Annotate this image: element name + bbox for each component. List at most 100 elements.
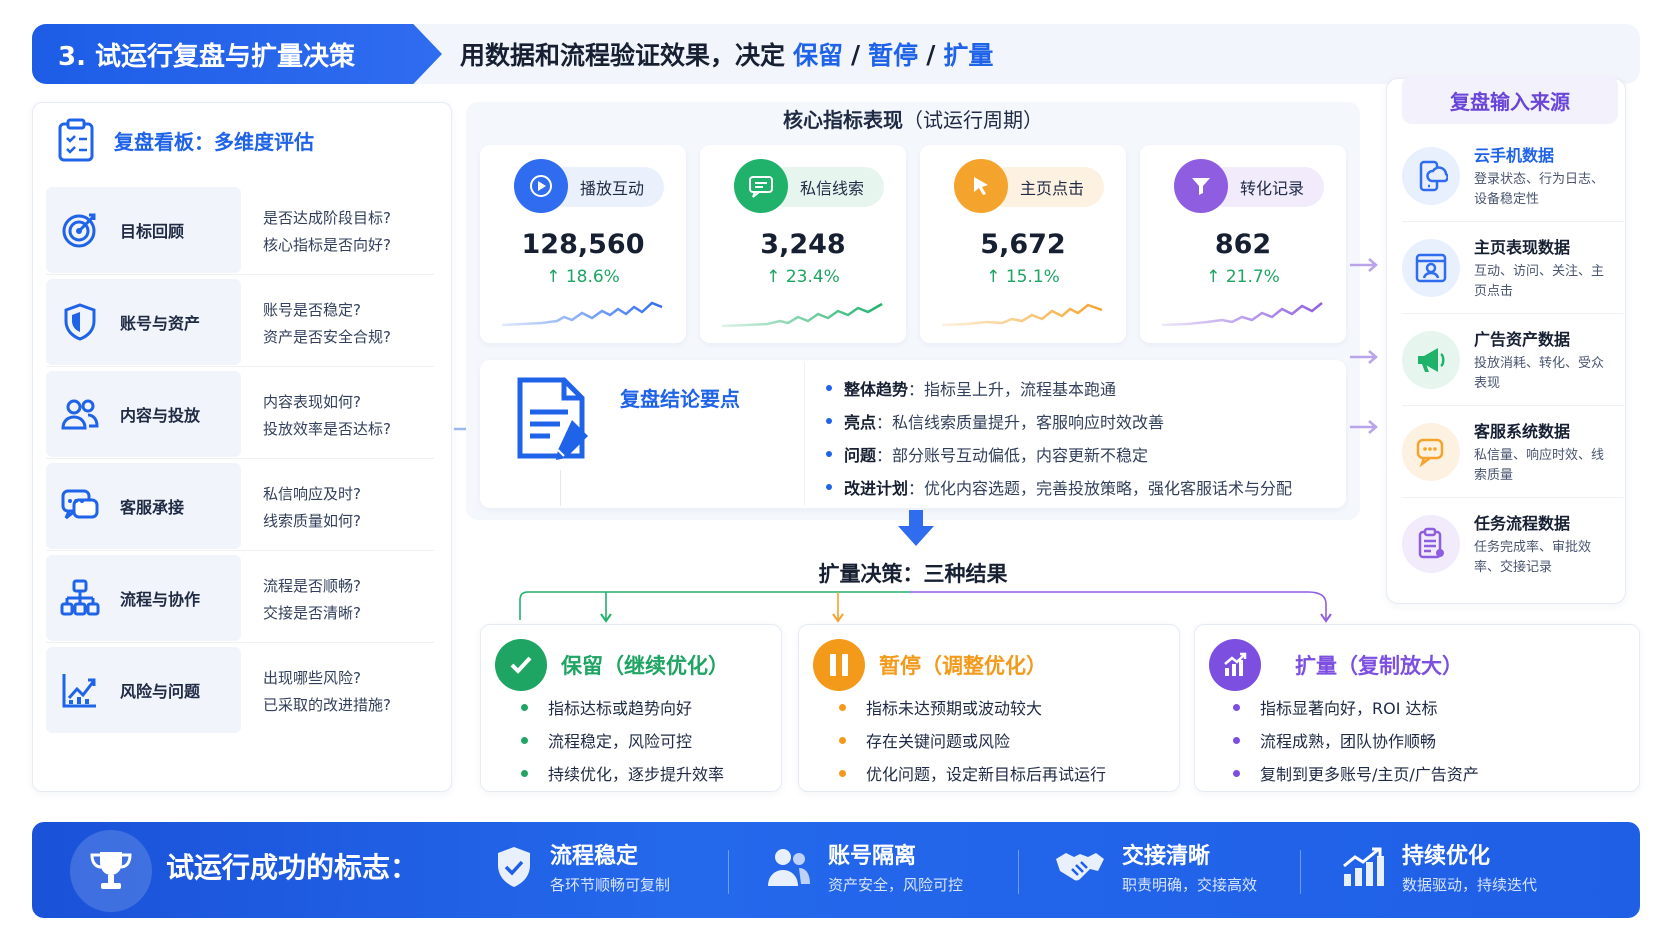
subtitle-slash: / — [926, 39, 936, 69]
review-dashboard-title: 复盘看板：多维度评估 — [114, 129, 314, 154]
metric-value: 3,248 — [760, 229, 846, 260]
arrow-right-icon — [1350, 256, 1380, 274]
metric-card-messages: 私信线索 3,248 ↑ 23.4% — [700, 145, 906, 343]
source-name: 客服系统数据 — [1474, 421, 1571, 441]
metric-sparkline — [1162, 291, 1324, 331]
success-sign-name: 账号隔离 — [828, 844, 917, 869]
source-item: 云手机数据 登录状态、行为日志、设备稳定性 — [1402, 130, 1624, 222]
growth-chart-icon — [1340, 846, 1386, 888]
metric-label: 播放互动 — [580, 179, 645, 198]
dimension-name: 内容与投放 — [120, 406, 201, 425]
success-sign: 账号隔离 资产安全，风险可控 — [766, 838, 963, 895]
success-sign: 流程稳定 各环节顺畅可复制 — [494, 838, 670, 895]
conclusion-key: 整体趋势 — [844, 380, 909, 399]
source-item: 广告资产数据 投放消耗、转化、受众表现 — [1402, 314, 1624, 406]
success-sign: 持续优化 数据驱动，持续迭代 — [1340, 838, 1537, 895]
outcome-item: 指标达标或趋势向好 — [521, 695, 724, 719]
dimension-questions: 流程是否顺畅? 交接是否清晰? — [241, 555, 361, 642]
conclusion-list: 整体趋势 ：指标呈上升，流程基本跑通 亮点 ：私信线索质量提升，客服响应时效改善 问… — [826, 376, 1292, 499]
metric-label: 转化记录 — [1240, 179, 1305, 198]
dimension-question: 是否达成阶段目标? — [263, 208, 391, 227]
support-chat-icon — [1402, 422, 1460, 481]
outcome-item-text: 指标达标或趋势向好 — [548, 699, 693, 718]
dimension-row: 目标回顾 是否达成阶段目标? 核心指标是否向好? — [46, 187, 434, 275]
success-sign-desc: 职责明确，交接高效 — [1122, 876, 1258, 894]
users-icon — [60, 394, 100, 434]
outcome-items: 指标显著向好，ROI 达标 流程成熟，团队协作顺畅 复制到更多账号/主页/广告资… — [1233, 695, 1479, 785]
dimension-row: 账号与资产 账号是否稳定? 资产是否安全合规? — [46, 279, 434, 367]
dimension-question: 流程是否顺畅? — [263, 576, 361, 595]
conclusion-text: ：指标呈上升，流程基本跑通 — [908, 380, 1117, 399]
dimension-name: 账号与资产 — [120, 314, 201, 333]
conclusion-key: 亮点 — [844, 413, 877, 432]
message-icon — [734, 159, 788, 213]
dimension-questions: 内容表现如何? 投放效率是否达标? — [241, 371, 391, 458]
conclusion-icon-stem — [560, 470, 561, 506]
dimension-question: 出现哪些风险? — [263, 669, 361, 687]
source-desc: 互动、访问、关注、主页点击 — [1474, 263, 1605, 299]
outcome-item: 持续优化，逐步提升效率 — [521, 761, 724, 785]
conclusion-key: 问题 — [844, 446, 877, 465]
input-sources-title: 复盘输入来源 — [1402, 76, 1618, 124]
source-desc: 私信量、响应时效、线索质量 — [1474, 447, 1605, 483]
header-subtitle: 用数据和流程验证效果，决定 保留 / 暂停 / 扩量 — [460, 24, 993, 84]
review-dashboard-header: 复盘看板：多维度评估 — [56, 118, 314, 162]
outcome-item: 复制到更多账号/主页/广告资产 — [1233, 761, 1479, 785]
cursor-icon — [954, 159, 1008, 213]
bullet-dot — [1233, 736, 1240, 744]
source-text: 主页表现数据 互动、访问、关注、主页点击 — [1474, 234, 1614, 302]
bullet-dot — [826, 484, 832, 490]
dimension-question: 内容表现如何? — [263, 392, 361, 411]
core-metrics-title: 核心指标表现（试运行周期） — [466, 104, 1360, 133]
bullet-dot — [839, 769, 846, 777]
arrow-down-icon — [896, 510, 936, 548]
outcome-head: 保留（继续优化） — [495, 639, 729, 691]
check-icon — [495, 639, 547, 691]
outcome-item: 指标显著向好，ROI 达标 — [1233, 695, 1479, 719]
success-sign-text: 持续优化 数据驱动，持续迭代 — [1402, 838, 1537, 895]
dimension-question: 线索质量如何? — [263, 511, 361, 530]
metric-change: ↑ 23.4% — [766, 267, 840, 287]
outcome-item: 优化问题，设定新目标后再试运行 — [839, 761, 1106, 785]
footer-divider — [728, 850, 729, 894]
funnel-icon — [1174, 159, 1228, 213]
dimension-row: 内容与投放 内容表现如何? 投放效率是否达标? — [46, 371, 434, 459]
success-sign-name: 流程稳定 — [550, 844, 639, 869]
section-title: 3. 试运行复盘与扩量决策 — [32, 24, 442, 84]
shield-check-icon — [494, 845, 534, 889]
dimension-row: 风险与问题 出现哪些风险? 已采取的改进措施? — [46, 647, 434, 735]
source-desc: 任务完成率、审批效率、交接记录 — [1474, 540, 1592, 575]
decision-title: 扩量决策：三种结果 — [818, 562, 1008, 586]
core-metrics-title-main: 核心指标表现 — [783, 108, 903, 132]
bullet-dot — [826, 385, 832, 391]
dimension-label-box: 流程与协作 — [46, 555, 241, 641]
source-desc: 登录状态、行为日志、设备稳定性 — [1474, 171, 1605, 207]
dimension-row: 客服承接 私信响应及时? 线索质量如何? — [46, 463, 434, 551]
line-chart-icon — [60, 670, 100, 710]
footer-divider — [1300, 850, 1301, 894]
dimension-label-box: 内容与投放 — [46, 371, 241, 457]
outcome-card-keep: 保留（继续优化） 指标达标或趋势向好 流程稳定，风险可控 持续优化，逐步提升效率 — [480, 624, 782, 792]
conclusion-title: 复盘结论要点 — [620, 387, 740, 411]
outcome-card-expand: 扩量（复制放大） 指标显著向好，ROI 达标 流程成熟，团队协作顺畅 复制到更多… — [1194, 624, 1640, 792]
clipboard-icon — [1402, 515, 1460, 573]
bullet-dot — [839, 736, 846, 744]
bullet-dot — [521, 703, 528, 711]
dimension-name: 目标回顾 — [120, 222, 185, 241]
outcome-items: 指标达标或趋势向好 流程稳定，风险可控 持续优化，逐步提升效率 — [521, 695, 724, 785]
outcome-title: 暂停（调整优化） — [879, 654, 1047, 678]
outcome-item-text: 指标未达预期或波动较大 — [866, 699, 1043, 718]
outcome-item-text: 存在关键问题或风险 — [866, 732, 1011, 751]
outcome-item-text: 优化问题，设定新目标后再试运行 — [866, 765, 1107, 784]
success-sign-name: 持续优化 — [1402, 844, 1491, 869]
arrow-right-icon — [1350, 348, 1380, 366]
dimension-label-box: 风险与问题 — [46, 647, 241, 733]
dimension-questions: 出现哪些风险? 已采取的改进措施? — [241, 647, 391, 735]
dimension-label-box: 目标回顾 — [46, 187, 241, 273]
outcome-item-text: 流程成熟，团队协作顺畅 — [1260, 732, 1437, 751]
source-name: 主页表现数据 — [1474, 237, 1571, 257]
profile-icon — [1402, 238, 1460, 297]
outcome-title: 保留（继续优化） — [561, 654, 729, 678]
bullet-dot — [1233, 769, 1240, 777]
outcome-items: 指标未达预期或波动较大 存在关键问题或风险 优化问题，设定新目标后再试运行 — [839, 695, 1106, 785]
